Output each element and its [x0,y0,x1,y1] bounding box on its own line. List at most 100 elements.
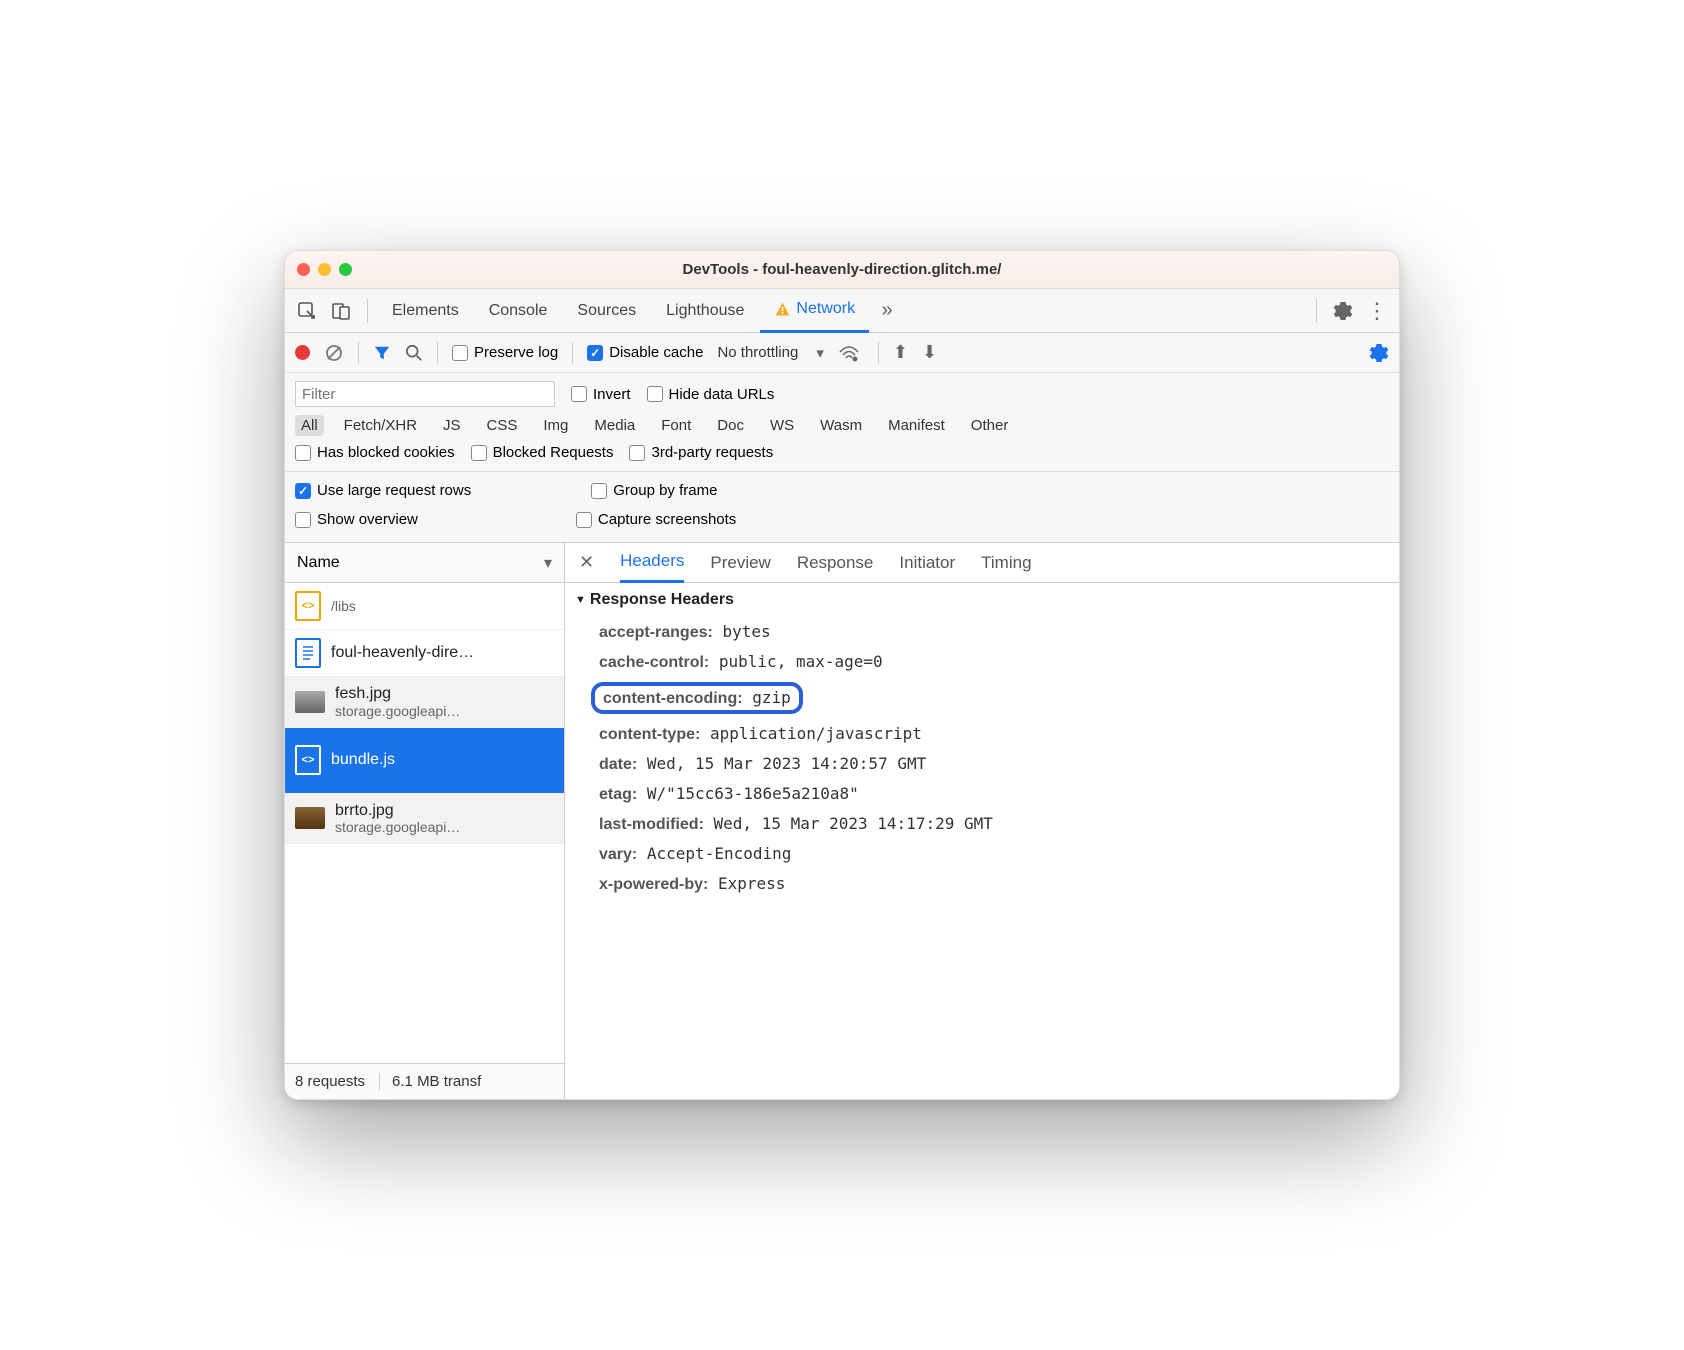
separator [367,299,368,323]
type-media[interactable]: Media [588,415,641,436]
type-css[interactable]: CSS [481,415,524,436]
titlebar: DevTools - foul-heavenly-direction.glitc… [285,251,1399,289]
warning-icon [774,301,791,318]
disable-cache-checkbox[interactable]: ✓Disable cache [587,344,703,361]
record-button[interactable] [295,345,310,360]
type-font[interactable]: Font [655,415,697,436]
large-rows-checkbox[interactable]: ✓Use large request rows [295,482,471,499]
transfer-size: 6.1 MB transf [379,1073,481,1090]
separator [572,342,573,364]
tab-sources[interactable]: Sources [563,289,650,333]
tab-console[interactable]: Console [475,289,562,333]
file-sub: storage.googleapi… [335,819,460,835]
image-file-icon [295,807,325,829]
headers-body: ▼ Response Headers accept-ranges: bytesc… [565,583,1399,1099]
type-all[interactable]: All [295,415,324,436]
filter-bar: Invert Hide data URLs All Fetch/XHR JS C… [285,373,1399,472]
header-line: cache-control: public, max-age=0 [575,647,1389,677]
header-line: x-powered-by: Express [575,869,1389,899]
group-frame-checkbox[interactable]: Group by frame [591,482,717,499]
third-party-checkbox[interactable]: 3rd-party requests [629,444,773,461]
request-row[interactable]: foul-heavenly-dire… [285,630,564,677]
tab-network-label: Network [796,300,855,318]
disable-cache-label: Disable cache [609,344,703,361]
type-js[interactable]: JS [437,415,467,436]
request-summary: 8 requests 6.1 MB transf [285,1063,564,1099]
settings-icon[interactable] [1327,295,1359,327]
type-manifest[interactable]: Manifest [882,415,951,436]
request-row[interactable]: fesh.jpgstorage.googleapi… [285,677,564,728]
tab-lighthouse[interactable]: Lighthouse [652,289,758,333]
type-doc[interactable]: Doc [711,415,750,436]
request-row[interactable]: <> /libs [285,583,564,630]
type-ws[interactable]: WS [764,415,800,436]
type-wasm[interactable]: Wasm [814,415,868,436]
blocked-requests-label: Blocked Requests [493,444,614,461]
chevron-down-icon: ▾ [544,553,552,573]
window-title: DevTools - foul-heavenly-direction.glitc… [285,261,1399,278]
network-conditions-icon[interactable] [838,344,860,362]
tab-response[interactable]: Response [797,543,874,583]
clear-icon[interactable] [324,343,344,363]
file-sub: /libs [331,598,356,614]
header-line: etag: W/"15cc63-186e5a210a8" [575,779,1389,809]
tab-elements[interactable]: Elements [378,289,473,333]
header-line: date: Wed, 15 Mar 2023 14:20:57 GMT [575,749,1389,779]
capture-screenshots-checkbox[interactable]: Capture screenshots [576,511,736,528]
download-har-icon[interactable]: ⬇ [922,342,937,363]
invert-checkbox[interactable]: Invert [571,386,631,403]
type-fetch-xhr[interactable]: Fetch/XHR [338,415,423,436]
hide-dataurls-checkbox[interactable]: Hide data URLs [647,386,775,403]
request-list: Name ▾ <> /libs foul-heavenly-dire… fesh… [285,543,565,1099]
device-toggle-icon[interactable] [325,295,357,327]
inspect-icon[interactable] [291,295,323,327]
third-party-label: 3rd-party requests [651,444,773,461]
request-details: ✕ Headers Preview Response Initiator Tim… [565,543,1399,1099]
js-file-icon: <> [295,591,321,621]
show-overview-checkbox[interactable]: Show overview [295,511,418,528]
blocked-cookies-checkbox[interactable]: Has blocked cookies [295,444,455,461]
network-toolbar: Preserve log ✓Disable cache No throttlin… [285,333,1399,373]
separator [358,342,359,364]
group-frame-label: Group by frame [613,482,717,499]
tab-preview[interactable]: Preview [710,543,770,583]
tab-headers[interactable]: Headers [620,543,684,583]
panel-tabbar: Elements Console Sources Lighthouse Netw… [285,289,1399,333]
network-settings-icon[interactable] [1369,343,1389,363]
filter-input[interactable] [295,381,555,407]
options-bar: ✓Use large request rows Group by frame S… [285,472,1399,543]
more-tabs-icon[interactable]: » [871,295,903,327]
invert-label: Invert [593,386,631,403]
document-file-icon [295,638,321,668]
preserve-log-label: Preserve log [474,344,558,361]
throttling-select[interactable]: No throttling▾ [717,344,823,362]
request-count: 8 requests [295,1073,365,1090]
show-overview-label: Show overview [317,511,418,528]
type-other[interactable]: Other [965,415,1015,436]
file-name: brrto.jpg [335,802,460,820]
search-icon[interactable] [405,344,423,362]
details-tabs: ✕ Headers Preview Response Initiator Tim… [565,543,1399,583]
tab-timing[interactable]: Timing [981,543,1031,583]
header-line: content-type: application/javascript [575,719,1389,749]
type-img[interactable]: Img [537,415,574,436]
header-line: vary: Accept-Encoding [575,839,1389,869]
separator [437,342,438,364]
close-details-icon[interactable]: ✕ [579,552,594,573]
blocked-requests-checkbox[interactable]: Blocked Requests [471,444,614,461]
separator [878,342,879,364]
preserve-log-checkbox[interactable]: Preserve log [452,344,558,361]
request-row-selected[interactable]: <> bundle.js [285,728,564,794]
request-row[interactable]: brrto.jpgstorage.googleapi… [285,794,564,845]
kebab-menu-icon[interactable]: ⋮ [1361,295,1393,327]
capture-screenshots-label: Capture screenshots [598,511,736,528]
chevron-down-icon: ▾ [816,344,824,362]
filter-icon[interactable] [373,344,391,362]
upload-har-icon[interactable]: ⬆ [893,342,908,363]
tab-initiator[interactable]: Initiator [899,543,955,583]
name-column-header[interactable]: Name ▾ [285,543,564,583]
file-sub: storage.googleapi… [335,703,460,719]
tab-network[interactable]: Network [760,289,869,333]
disclosure-triangle-icon: ▼ [575,594,586,606]
response-headers-section[interactable]: ▼ Response Headers [575,591,1389,609]
